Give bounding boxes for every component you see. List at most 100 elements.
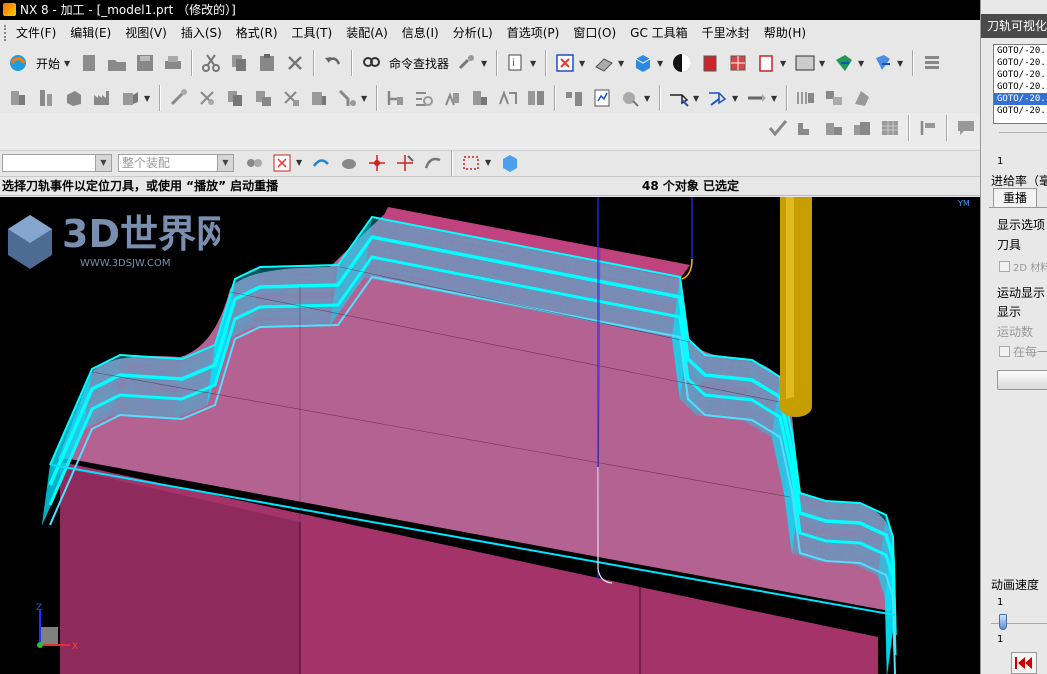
cube-edge-icon[interactable]: [753, 50, 779, 76]
toolpath-event-list[interactable]: GOTO/-20. GOTO/-20. GOTO/-20. GOTO/-20. …: [993, 44, 1047, 124]
selection-box-dropdown-icon[interactable]: ▼: [485, 158, 493, 167]
command-finder-button[interactable]: 命令查找器: [385, 50, 453, 76]
menu-format[interactable]: 格式(R): [236, 24, 278, 41]
toolpath-event[interactable]: GOTO/-20.: [994, 45, 1047, 57]
snap-point-dropdown-icon[interactable]: ▼: [296, 158, 304, 167]
2d-material-checkbox[interactable]: [999, 261, 1010, 272]
graphics-viewport[interactable]: Z X YM 3D世界网 WWW.3DSJW.COM: [0, 197, 980, 674]
open-file-icon[interactable]: [104, 50, 130, 76]
blank-icon[interactable]: [821, 115, 847, 141]
generate-toolpath-icon[interactable]: [383, 85, 409, 111]
save-icon[interactable]: [132, 50, 158, 76]
menu-info[interactable]: 信息(I): [402, 24, 439, 41]
blue-cube-icon[interactable]: [497, 150, 523, 176]
panel-action-button[interactable]: [997, 370, 1047, 390]
cut-icon[interactable]: [198, 50, 224, 76]
start-icon[interactable]: [5, 50, 31, 76]
menu-edit[interactable]: 编辑(E): [70, 24, 111, 41]
selection-scope-combo[interactable]: 整个装配 ▼: [118, 153, 234, 172]
comment-icon[interactable]: [953, 115, 979, 141]
tool-display-dropdown-icon[interactable]: ▼: [693, 94, 701, 103]
menu-assembly[interactable]: 装配(A): [346, 24, 388, 41]
menu-view[interactable]: 视图(V): [125, 24, 167, 41]
paste-icon[interactable]: [254, 50, 280, 76]
chevron-down-icon[interactable]: ▼: [217, 154, 233, 171]
tool-axis-dropdown-icon[interactable]: ▼: [771, 94, 779, 103]
create-operation-dropdown-icon[interactable]: ▼: [144, 94, 152, 103]
list-toolpath-icon[interactable]: [439, 85, 465, 111]
output-cls-icon[interactable]: [589, 85, 615, 111]
selection-box-icon[interactable]: [458, 150, 484, 176]
cube-section-icon[interactable]: [725, 50, 751, 76]
align-icon[interactable]: [915, 115, 941, 141]
animation-speed-slider[interactable]: [999, 614, 1007, 630]
cube-edge-dropdown-icon[interactable]: ▼: [780, 59, 788, 68]
snap-point-icon[interactable]: [269, 150, 295, 176]
intersection-snap-icon[interactable]: [392, 150, 418, 176]
orient-view-icon[interactable]: [591, 50, 617, 76]
toolpath-event[interactable]: GOTO/-20.: [994, 81, 1047, 93]
copy-object-icon[interactable]: [222, 85, 248, 111]
print-icon[interactable]: [160, 50, 186, 76]
replay-toolpath-icon[interactable]: [411, 85, 437, 111]
verify-check-icon[interactable]: [765, 115, 791, 141]
menu-preferences[interactable]: 首选项(P): [507, 24, 560, 41]
program-order-view-icon[interactable]: [793, 85, 819, 111]
post-process-icon[interactable]: [523, 85, 549, 111]
rewind-button[interactable]: [1011, 652, 1037, 674]
each-motion-checkbox[interactable]: [999, 346, 1010, 357]
tab-replay[interactable]: 重播: [993, 188, 1037, 208]
chevron-down-icon[interactable]: ▼: [95, 154, 111, 171]
tool-settings-dropdown-icon[interactable]: ▼: [481, 59, 489, 68]
tool-display-icon[interactable]: [666, 85, 692, 111]
work-layer-dropdown-icon[interactable]: ▼: [858, 59, 866, 68]
menu-analysis[interactable]: 分析(L): [453, 24, 493, 41]
cut-object-icon[interactable]: [194, 85, 220, 111]
grid-icon[interactable]: [877, 115, 903, 141]
geometry-group-icon[interactable]: [849, 115, 875, 141]
toolpath-event[interactable]: GOTO/-20.: [994, 69, 1047, 81]
fit-view-icon[interactable]: [552, 50, 578, 76]
point-snap-icon[interactable]: [364, 150, 390, 176]
simulate-machine-icon[interactable]: [495, 85, 521, 111]
create-method-icon[interactable]: [89, 85, 115, 111]
fit-view-dropdown-icon[interactable]: ▼: [579, 59, 587, 68]
verify-toolpath-icon[interactable]: [467, 85, 493, 111]
background-icon[interactable]: [792, 50, 818, 76]
copy-icon[interactable]: [226, 50, 252, 76]
menu-tools[interactable]: 工具(T): [292, 24, 333, 41]
move-layer-icon[interactable]: [870, 50, 896, 76]
tool-settings-icon[interactable]: [454, 50, 480, 76]
generate-object-icon[interactable]: [306, 85, 332, 111]
feeds-speeds-icon[interactable]: [617, 85, 643, 111]
delete-icon[interactable]: [282, 50, 308, 76]
type-filter-combo[interactable]: ▼: [2, 153, 112, 172]
paste-object-icon[interactable]: [250, 85, 276, 111]
tool-path-display-dropdown-icon[interactable]: ▼: [732, 94, 740, 103]
start-dropdown-icon[interactable]: ▼: [64, 59, 72, 68]
red-cube-icon[interactable]: [697, 50, 723, 76]
new-file-icon[interactable]: [76, 50, 102, 76]
menu-help[interactable]: 帮助(H): [764, 24, 806, 41]
solid-body-icon[interactable]: [336, 150, 362, 176]
toolpath-event[interactable]: GOTO/-20.: [994, 57, 1047, 69]
list-scrollbar[interactable]: [999, 132, 1047, 142]
feeds-speeds-dropdown-icon[interactable]: ▼: [644, 94, 652, 103]
property-icon[interactable]: [334, 85, 360, 111]
orient-view-dropdown-icon[interactable]: ▼: [618, 59, 626, 68]
assembly-filter-icon[interactable]: [241, 150, 267, 176]
create-tool-icon[interactable]: [33, 85, 59, 111]
menu-file[interactable]: 文件(F): [16, 24, 56, 41]
toolpath-event[interactable]: GOTO/-20.: [994, 105, 1047, 117]
move-layer-dropdown-icon[interactable]: ▼: [897, 59, 905, 68]
menu-insert[interactable]: 插入(S): [181, 24, 222, 41]
information-dropdown-icon[interactable]: ▼: [530, 59, 538, 68]
shaded-view-dropdown-icon[interactable]: ▼: [657, 59, 665, 68]
information-icon[interactable]: i: [503, 50, 529, 76]
rotate-view-icon[interactable]: [308, 150, 334, 176]
create-operation-icon[interactable]: [117, 85, 143, 111]
toolpath-event-selected[interactable]: GOTO/-20.: [994, 93, 1047, 105]
color-wheel-icon[interactable]: [669, 50, 695, 76]
tool-axis-icon[interactable]: [744, 85, 770, 111]
menu-window[interactable]: 窗口(O): [573, 24, 616, 41]
